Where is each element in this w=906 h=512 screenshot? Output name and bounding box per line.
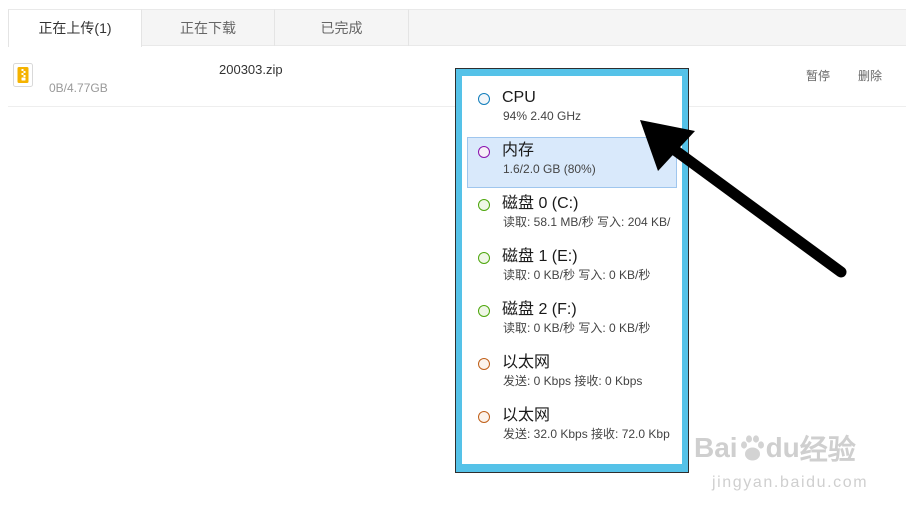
baidu-jingyan-watermark: Bai du 经验 [694,428,856,468]
perf-item-title: CPU [502,89,536,106]
watermark-url: jingyan.baidu.com [712,474,869,491]
perf-item-ethernet-2[interactable]: 以太网 发送: 32.0 Kbps 接收: 72.0 Kbp [467,402,677,453]
cpu-status-dot-icon [478,93,490,105]
watermark-bai: Bai [694,432,738,463]
perf-item-disk-1[interactable]: 磁盘 1 (E:) 读取: 0 KB/秒 写入: 0 KB/秒 [467,243,677,294]
ethernet-status-dot-icon [478,358,490,370]
watermark-du: du [765,432,800,463]
perf-item-detail: 读取: 58.1 MB/秒 写入: 204 KB/ [503,215,671,229]
disk-status-dot-icon [478,252,490,264]
paw-icon [740,435,764,461]
file-progress-size: 0B/4.77GB [49,81,108,95]
perf-item-disk-0[interactable]: 磁盘 0 (C:) 读取: 58.1 MB/秒 写入: 204 KB/ [467,190,677,241]
perf-item-disk-2[interactable]: 磁盘 2 (F:) 读取: 0 KB/秒 写入: 0 KB/秒 [467,296,677,347]
perf-item-title: 内存 [502,142,535,159]
arrow-shaft [666,142,847,278]
tab-completed[interactable]: 已完成 [275,9,409,46]
transfer-tabs: 正在上传(1) 正在下载 已完成 [8,9,906,47]
perf-item-detail: 读取: 0 KB/秒 写入: 0 KB/秒 [503,321,651,335]
perf-item-memory[interactable]: 内存 1.6/2.0 GB (80%) [467,137,677,188]
tab-downloading[interactable]: 正在下载 [142,9,275,46]
perf-item-detail: 94% 2.40 GHz [503,109,582,123]
performance-list: CPU 94% 2.40 GHz 内存 1.6/2.0 GB (80%) 磁盘 … [462,76,682,464]
perf-item-ethernet-1[interactable]: 以太网 发送: 0 Kbps 接收: 0 Kbps [467,349,677,400]
perf-item-detail: 读取: 0 KB/秒 写入: 0 KB/秒 [503,268,651,282]
memory-status-dot-icon [478,146,490,158]
perf-item-detail: 发送: 0 Kbps 接收: 0 Kbps [503,374,643,388]
zip-file-icon [13,63,33,87]
perf-item-detail: 发送: 32.0 Kbps 接收: 72.0 Kbp [503,427,670,441]
ethernet-status-dot-icon [478,411,490,423]
pause-button[interactable]: 暂停 [806,69,830,83]
perf-item-title: 磁盘 0 (C:) [502,195,579,212]
tab-uploading[interactable]: 正在上传(1) [8,9,142,47]
perf-item-title: 以太网 [502,407,551,424]
file-name: 200303.zip [219,62,283,77]
watermark-jingyan: 经验 [799,434,856,465]
perf-item-title: 以太网 [502,354,551,371]
disk-status-dot-icon [478,305,490,317]
performance-sidebar: CPU 94% 2.40 GHz 内存 1.6/2.0 GB (80%) 磁盘 … [455,68,689,473]
perf-item-title: 磁盘 2 (F:) [502,301,577,318]
perf-item-detail: 1.6/2.0 GB (80%) [503,162,596,176]
disk-status-dot-icon [478,199,490,211]
perf-item-title: 磁盘 1 (E:) [502,248,578,265]
delete-button[interactable]: 删除 [858,69,882,83]
perf-item-cpu[interactable]: CPU 94% 2.40 GHz [467,84,677,135]
